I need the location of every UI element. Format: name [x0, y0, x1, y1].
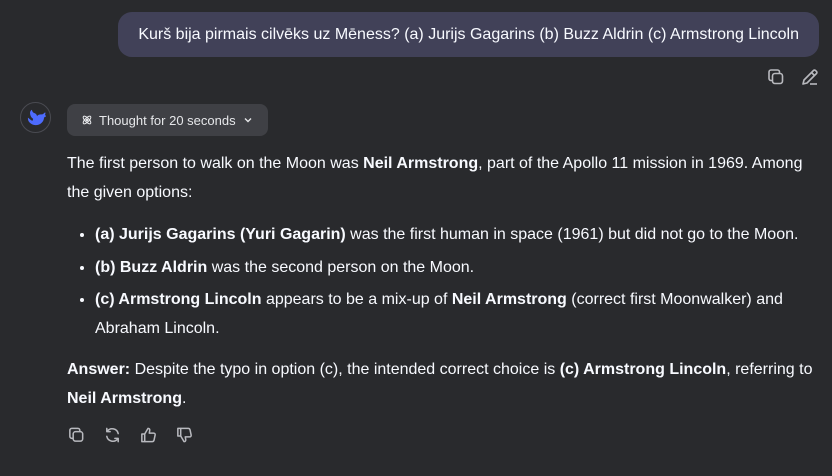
copy-icon[interactable] — [766, 67, 786, 87]
list-item: (a) Jurijs Gagarins (Yuri Gagarin) was t… — [95, 221, 817, 250]
answer-intro: The first person to walk on the Moon was… — [67, 150, 817, 207]
list-item: (c) Armstrong Lincoln appears to be a mi… — [95, 286, 817, 343]
reply-actions — [67, 425, 194, 444]
edit-icon[interactable] — [800, 67, 820, 87]
regenerate-icon[interactable] — [103, 425, 122, 444]
thumbs-down-icon[interactable] — [175, 425, 194, 444]
list-item: (b) Buzz Aldrin was the second person on… — [95, 254, 817, 283]
bold-text: (b) Buzz Aldrin — [95, 258, 208, 276]
chevron-down-icon — [244, 118, 252, 123]
text: , referring to — [726, 361, 813, 378]
text: was the first human in space (1961) but … — [345, 226, 799, 243]
text: was the second person on the Moon. — [207, 258, 475, 276]
bold-text: Answer: — [67, 361, 131, 378]
bold-text: Neil Armstrong — [363, 155, 479, 172]
assistant-answer: The first person to walk on the Moon was… — [67, 150, 817, 413]
options-list: (a) Jurijs Gagarins (Yuri Gagarin) was t… — [67, 221, 817, 343]
bold-text: (c) Armstrong Lincoln — [95, 291, 262, 308]
text: Despite the typo in option (c), the inte… — [130, 361, 560, 378]
bold-text: (c) Armstrong Lincoln — [559, 361, 727, 378]
text: . — [181, 389, 187, 407]
bold-text: Neil Armstrong — [451, 291, 567, 308]
assistant-avatar — [20, 102, 51, 133]
thought-label: Thought for 20 seconds — [99, 112, 236, 128]
bold-text: (a) Jurijs Gagarins (Yuri Gagarin) — [95, 226, 346, 243]
copy-icon[interactable] — [67, 425, 86, 444]
text: appears to be a mix-up of — [261, 291, 452, 308]
atom-icon — [82, 115, 92, 125]
user-message-bubble: Kurš bija pirmais cilvēks uz Mēness? (a)… — [118, 12, 819, 57]
user-message-actions — [766, 67, 820, 87]
answer-conclusion: Answer: Despite the typo in option (c), … — [67, 356, 817, 413]
thought-toggle-button[interactable]: Thought for 20 seconds — [67, 104, 268, 136]
bold-text: Neil Armstrong — [67, 389, 182, 407]
user-message-text: Kurš bija pirmais cilvēks uz Mēness? (a)… — [138, 26, 799, 43]
thumbs-up-icon[interactable] — [139, 425, 158, 444]
text: The first person to walk on the Moon was — [67, 155, 364, 172]
whale-logo-icon — [27, 109, 46, 125]
